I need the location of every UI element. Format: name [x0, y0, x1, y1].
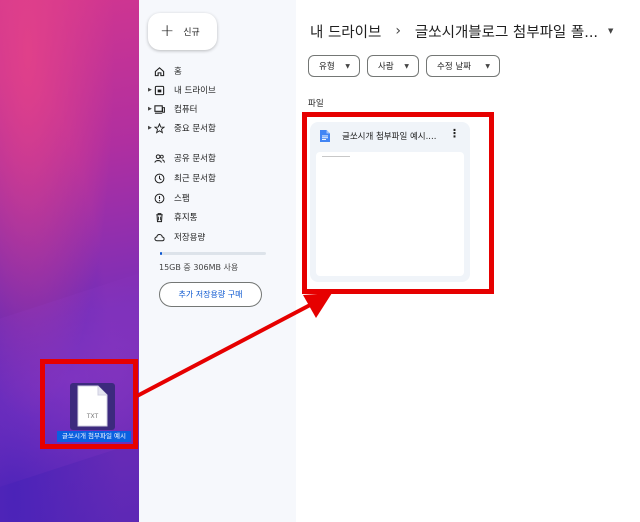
breadcrumb-root[interactable]: 내 드라이브	[310, 21, 381, 42]
storage-usage-text: 15GB 중 306MB 사용	[159, 263, 239, 272]
new-button-label: 신규	[183, 28, 200, 38]
sidebar-item-home[interactable]: 홈	[153, 63, 182, 79]
sidebar-item-label: 공유 문서함	[174, 154, 216, 164]
dropdown-arrow-icon: ▼	[404, 62, 409, 70]
filter-chip-modified[interactable]: 수정 날짜 ▼	[426, 55, 500, 77]
plus-icon: +	[160, 21, 175, 41]
files-section-label: 파일	[308, 99, 324, 109]
new-button[interactable]: + 신규	[148, 13, 217, 50]
buy-storage-button[interactable]: 추가 저장용량 구매	[159, 282, 262, 307]
sidebar-item-shared[interactable]: 공유 문서함	[153, 150, 216, 166]
sidebar-item-trash[interactable]: 휴지통	[153, 209, 197, 225]
dropdown-arrow-icon: ▼	[345, 62, 350, 70]
sidebar-item-computers[interactable]: ▶ 컴퓨터	[148, 101, 198, 117]
sidebar-item-recent[interactable]: 최근 문서함	[153, 170, 216, 186]
sidebar-item-label: 홈	[174, 67, 182, 77]
breadcrumb: 내 드라이브 › 글쏘시개블로그 첨부파일 폴... ▼	[310, 20, 613, 42]
drive-icon	[153, 84, 165, 96]
sidebar-item-storage[interactable]: 저장용량	[153, 229, 205, 245]
highlight-box-drive-file	[302, 112, 494, 294]
breadcrumb-current[interactable]: 글쏘시개블로그 첨부파일 폴...	[415, 21, 598, 42]
star-icon	[153, 122, 165, 134]
sidebar-item-label: 최근 문서함	[174, 174, 216, 184]
caret-right-icon[interactable]: ▶	[148, 87, 152, 93]
sidebar-item-label: 휴지통	[174, 213, 198, 223]
filter-chip-people[interactable]: 사람 ▼	[367, 55, 419, 77]
sidebar-item-my-drive[interactable]: ▶ 내 드라이브	[148, 82, 216, 98]
drive-sidebar: + 신규 홈 ▶ 내 드라이브 ▶ 컴퓨터 ▶ 중요 문서함 공유 문서함 최근…	[139, 0, 296, 522]
sidebar-item-label: 내 드라이브	[174, 86, 216, 96]
home-icon	[153, 65, 165, 77]
sidebar-item-label: 컴퓨터	[174, 105, 198, 115]
filter-chip-label: 사람	[378, 62, 394, 72]
computer-icon	[153, 103, 165, 115]
chevron-right-icon: ›	[395, 23, 401, 39]
sidebar-item-label: 스팸	[174, 194, 190, 204]
people-icon	[153, 152, 165, 164]
caret-right-icon[interactable]: ▶	[148, 125, 152, 131]
filter-chip-label: 수정 날짜	[437, 62, 471, 72]
filter-chip-type[interactable]: 유형 ▼	[308, 55, 360, 77]
sidebar-item-label: 저장용량	[174, 233, 206, 243]
sidebar-item-starred[interactable]: ▶ 중요 문서함	[148, 120, 216, 136]
spam-icon	[153, 192, 165, 204]
cloud-icon	[153, 231, 165, 243]
highlight-box-desktop-file	[40, 359, 138, 449]
dropdown-arrow-icon[interactable]: ▼	[608, 27, 613, 35]
filter-chip-label: 유형	[319, 62, 335, 72]
sidebar-item-spam[interactable]: 스팸	[153, 190, 190, 206]
caret-right-icon[interactable]: ▶	[148, 106, 152, 112]
sidebar-item-label: 중요 문서함	[174, 124, 216, 134]
storage-progress-bar	[160, 252, 266, 255]
storage-progress-fill	[160, 252, 163, 255]
trash-icon	[153, 211, 165, 223]
clock-icon	[153, 172, 165, 184]
dropdown-arrow-icon: ▼	[485, 62, 490, 70]
